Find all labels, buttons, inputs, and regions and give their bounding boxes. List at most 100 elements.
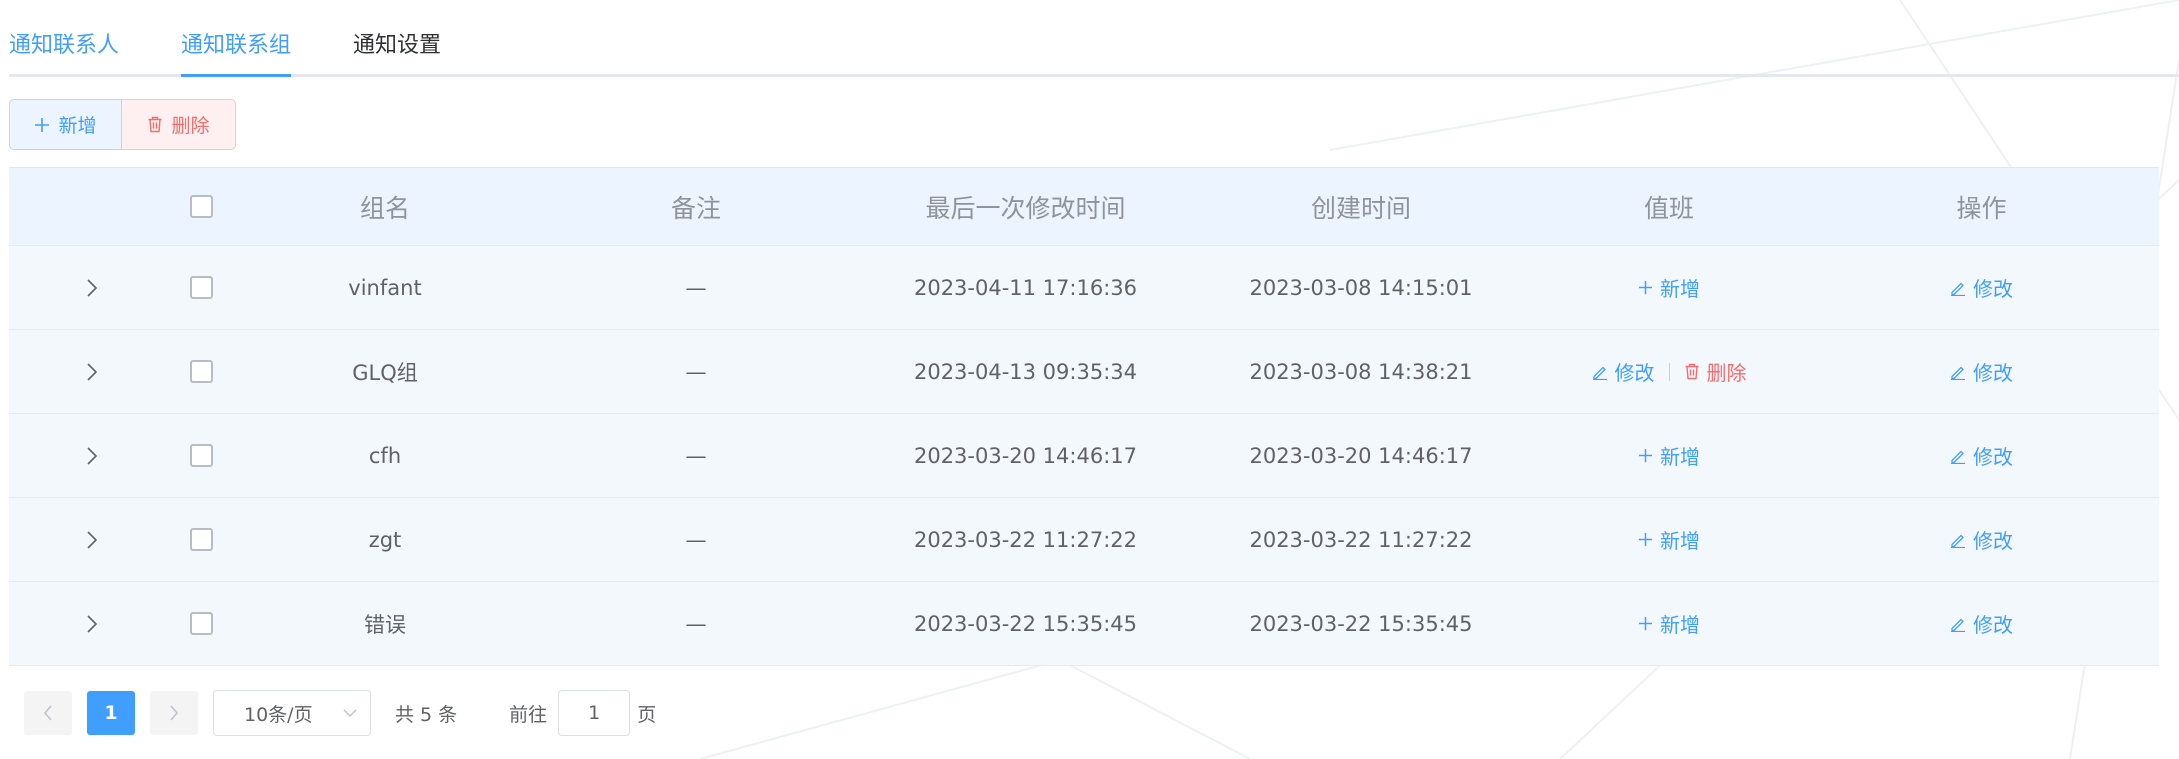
header-created: 创建时间 [1310,193,1411,223]
table-row: 错误 — 2023-03-22 15:35:45 2023-03-22 15:3… [9,582,2159,666]
tab-notify-settings[interactable]: 通知设置 [353,0,441,77]
created-time: 2023-03-08 14:15:01 [1249,275,1473,300]
next-page-button[interactable] [150,691,198,735]
duty-delete-label: 删除 [1706,361,1747,385]
created-time: 2023-03-22 15:35:45 [1249,611,1473,636]
duty-add-link[interactable]: 新增 [1638,525,1700,554]
link-separator [1668,362,1670,381]
expand-row-chevron-right-icon[interactable] [86,446,98,466]
table-row: zgt — 2023-03-22 11:27:22 2023-03-22 11:… [9,498,2159,582]
header-operations: 操作 [1956,193,2007,223]
duty-add-label: 新增 [1660,613,1700,637]
pencil-icon [1950,280,1966,296]
goto-suffix: 页 [637,703,657,726]
edit-link[interactable]: 修改 [1950,273,2013,302]
expand-row-chevron-right-icon[interactable] [86,614,98,634]
duty-add-link[interactable]: 新增 [1638,441,1700,470]
last-modified-time: 2023-03-20 14:46:17 [913,443,1138,468]
row-checkbox[interactable] [190,444,213,467]
plus-icon [34,117,50,133]
tab-bar: 通知联系人 通知联系组 通知设置 [9,0,2179,77]
edit-link[interactable]: 修改 [1950,357,2013,386]
total-count: 共 5 条 [395,703,458,726]
contact-group-table: 组名 备注 最后一次修改时间 创建时间 值班 操作 vinfant — 2023… [9,167,2159,666]
chevron-left-icon [43,704,53,722]
header-group-name: 组名 [359,193,410,223]
table-row: GLQ组 — 2023-04-13 09:35:34 2023-03-08 14… [9,330,2159,414]
duty-edit-link[interactable]: 修改 [1592,357,1655,386]
page-size-value: 10条/页 [244,703,313,726]
page-number-current[interactable]: 1 [87,691,135,735]
header-expand [9,168,175,245]
add-button-label: 新增 [58,115,97,137]
page-jumper: 前往 1 页 [509,690,656,736]
created-time: 2023-03-08 14:38:21 [1249,359,1473,384]
duty-add-label: 新增 [1660,445,1700,469]
toolbar: 新增 删除 [9,99,2179,150]
pencil-icon [1950,364,1966,380]
group-note: — [685,359,707,384]
pencil-icon [1950,448,1966,464]
plus-icon [1638,448,1653,463]
duty-edit-label: 修改 [1614,361,1655,385]
chevron-down-icon [342,705,358,721]
last-modified-time: 2023-03-22 15:35:45 [913,611,1138,636]
pencil-icon [1592,364,1608,380]
trash-icon [1684,363,1700,380]
expand-row-chevron-right-icon[interactable] [86,530,98,550]
header-duty: 值班 [1643,193,1694,223]
last-modified-time: 2023-04-11 17:16:36 [913,275,1138,300]
select-all-checkbox[interactable] [190,195,213,218]
row-checkbox[interactable] [190,276,213,299]
edit-link[interactable]: 修改 [1950,525,2013,554]
plus-icon [1638,280,1653,295]
edit-label: 修改 [1973,445,2013,469]
trash-icon [147,116,163,133]
group-name: GLQ组 [352,360,418,385]
delete-button[interactable]: 删除 [122,99,236,150]
duty-add-link[interactable]: 新增 [1638,273,1700,302]
last-modified-time: 2023-03-22 11:27:22 [913,527,1138,552]
plus-icon [1638,532,1653,547]
edit-label: 修改 [1973,361,2013,385]
header-select-all [175,168,241,245]
row-checkbox[interactable] [190,612,213,635]
group-note: — [685,527,707,552]
tab-notify-contacts[interactable]: 通知联系人 [9,0,119,77]
goto-page-input[interactable]: 1 [558,690,631,736]
table-row: cfh — 2023-03-20 14:46:17 2023-03-20 14:… [9,414,2159,498]
add-button[interactable]: 新增 [9,99,122,150]
expand-row-chevron-right-icon[interactable] [86,278,98,298]
prev-page-button[interactable] [24,691,72,735]
expand-row-chevron-right-icon[interactable] [86,362,98,382]
duty-add-link[interactable]: 新增 [1638,609,1700,638]
edit-label: 修改 [1973,613,2013,637]
row-checkbox[interactable] [190,528,213,551]
row-checkbox[interactable] [190,360,213,383]
edit-label: 修改 [1973,277,2013,301]
pencil-icon [1950,616,1966,632]
edit-link[interactable]: 修改 [1950,441,2013,470]
duty-delete-link[interactable]: 删除 [1684,357,1747,386]
group-note: — [685,611,707,636]
edit-label: 修改 [1973,529,2013,553]
created-time: 2023-03-22 11:27:22 [1249,527,1473,552]
header-last-modified: 最后一次修改时间 [925,193,1126,223]
goto-prefix: 前往 [509,703,548,726]
delete-button-label: 删除 [171,115,210,137]
header-note: 备注 [670,193,721,223]
pagination: 1 10条/页 共 5 条 前往 1 页 [9,690,2179,736]
group-name: vinfant [348,275,422,300]
group-name: zgt [368,527,402,552]
last-modified-time: 2023-04-13 09:35:34 [913,359,1138,384]
group-note: — [685,443,707,468]
plus-icon [1638,616,1653,631]
table-header: 组名 备注 最后一次修改时间 创建时间 值班 操作 [9,167,2159,246]
duty-add-label: 新增 [1660,529,1700,553]
edit-link[interactable]: 修改 [1950,609,2013,638]
tab-notify-contact-groups[interactable]: 通知联系组 [181,0,292,77]
chevron-right-icon [169,704,179,722]
page-size-select[interactable]: 10条/页 [213,690,371,736]
pencil-icon [1950,532,1966,548]
group-note: — [685,275,707,300]
